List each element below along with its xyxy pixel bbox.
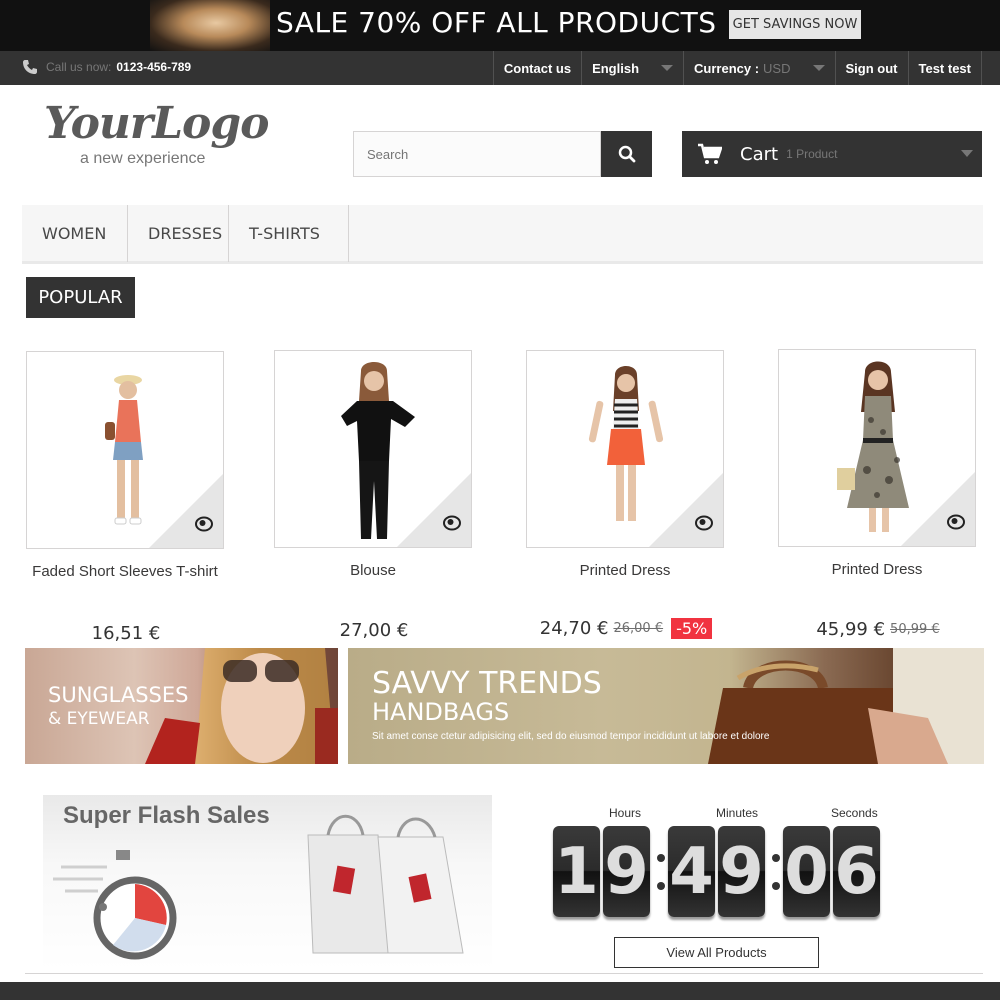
product-price: 45,99 € bbox=[816, 619, 886, 640]
product-image[interactable] bbox=[274, 350, 472, 548]
flash-sales-banner[interactable]: Super Flash Sales bbox=[43, 795, 492, 970]
search-button[interactable] bbox=[601, 131, 652, 177]
sign-out-label: Sign out bbox=[845, 60, 898, 76]
product-price-row: 16,51 € bbox=[0, 623, 256, 644]
currency-value: USD bbox=[763, 60, 791, 76]
product-name[interactable]: Printed Dress bbox=[774, 559, 980, 580]
top-nav: Call us now: 0123-456-789 Contact us Eng… bbox=[0, 51, 1000, 85]
account-link[interactable]: Test test bbox=[907, 51, 982, 85]
product-name[interactable]: Printed Dress bbox=[522, 560, 728, 581]
chevron-down-icon bbox=[812, 65, 825, 71]
phone-icon bbox=[23, 60, 37, 74]
product-image[interactable] bbox=[526, 350, 724, 548]
countdown-digit: 9 bbox=[718, 826, 765, 917]
product-price: 27,00 € bbox=[339, 620, 409, 641]
product-name[interactable]: Faded Short Sleeves T-shirt bbox=[22, 561, 228, 582]
product-price: 24,70 € bbox=[539, 618, 609, 639]
main-menu: WOMEN DRESSES T-SHIRTS bbox=[22, 205, 983, 264]
eye-icon[interactable] bbox=[443, 515, 461, 531]
section-title-popular[interactable]: POPULAR bbox=[26, 277, 135, 318]
chevron-down-icon bbox=[961, 150, 973, 157]
countdown-digit: 6 bbox=[833, 826, 880, 917]
logo-tagline: a new experience bbox=[80, 150, 206, 167]
sign-out-link[interactable]: Sign out bbox=[834, 51, 908, 85]
minutes-label: Minutes bbox=[716, 806, 759, 820]
eyewear-subtitle: & EYEWEAR bbox=[48, 709, 150, 729]
product-old-price: 50,99 € bbox=[890, 622, 940, 637]
savvy-trends-title: SAVVY TRENDS bbox=[372, 666, 602, 701]
hours-label: Hours bbox=[609, 806, 642, 820]
currency-label: Currency : bbox=[694, 60, 760, 76]
seconds-label: Seconds bbox=[831, 806, 878, 820]
phone-number: 0123-456-789 bbox=[116, 60, 192, 74]
menu-item-women[interactable]: WOMEN bbox=[22, 205, 128, 262]
handbags-banner[interactable]: SAVVY TRENDS HANDBAGS Sit amet conse cte… bbox=[348, 648, 984, 764]
discount-badge: -5% bbox=[671, 618, 713, 639]
product-price-row: 27,00 € bbox=[244, 620, 504, 641]
cart-button[interactable]: Cart 1 Product bbox=[682, 131, 982, 177]
menu-item-tshirts[interactable]: T-SHIRTS bbox=[229, 205, 349, 262]
cart-icon bbox=[698, 143, 722, 164]
eye-icon[interactable] bbox=[947, 514, 965, 530]
cart-count: 1 Product bbox=[786, 147, 838, 161]
product-price-row: 24,70 € 26,00 € -5% bbox=[496, 618, 756, 639]
contact-us-link[interactable]: Contact us bbox=[492, 51, 581, 85]
product-name[interactable]: Blouse bbox=[270, 560, 476, 581]
search-icon bbox=[618, 145, 635, 163]
eye-icon[interactable] bbox=[195, 516, 213, 532]
product-price: 16,51 € bbox=[91, 623, 161, 644]
stopwatch-bags-image bbox=[53, 814, 464, 960]
promo-text: SALE 70% OFF ALL PRODUCTS bbox=[276, 6, 717, 39]
countdown-digit: 9 bbox=[603, 826, 650, 917]
quick-view-corner bbox=[149, 474, 223, 548]
quick-view-corner bbox=[901, 472, 975, 546]
sunglasses-banner[interactable]: SUNGLASSES & EYEWEAR bbox=[25, 648, 338, 764]
menu-item-dresses[interactable]: DRESSES bbox=[128, 205, 229, 262]
product-image[interactable] bbox=[26, 351, 224, 549]
footer-bar bbox=[0, 982, 1000, 1000]
sunglasses-title: SUNGLASSES bbox=[48, 683, 189, 707]
banner-description: Sit amet conse ctetur adipisicing elit, … bbox=[372, 731, 770, 742]
language-value: English bbox=[592, 60, 640, 76]
get-savings-button[interactable]: GET SAVINGS NOW bbox=[729, 10, 861, 39]
search-input[interactable] bbox=[353, 131, 601, 177]
product-image[interactable] bbox=[778, 349, 976, 547]
view-all-products-button[interactable]: View All Products bbox=[614, 937, 819, 968]
quick-view-corner bbox=[397, 473, 471, 547]
call-label: Call us now: bbox=[46, 60, 112, 74]
contact-us-label: Contact us bbox=[503, 60, 572, 76]
divider bbox=[25, 973, 983, 974]
chevron-down-icon bbox=[661, 65, 674, 71]
account-name: Test test bbox=[918, 60, 972, 76]
countdown-digit: 0 bbox=[783, 826, 830, 917]
promo-banner[interactable]: SALE 70% OFF ALL PRODUCTS GET SAVINGS NO… bbox=[0, 0, 1000, 51]
eye-icon[interactable] bbox=[695, 515, 713, 531]
site-logo[interactable]: YourLogo a new experience bbox=[44, 98, 294, 173]
countdown-separator bbox=[772, 850, 780, 896]
cart-label: Cart bbox=[740, 143, 779, 165]
call-us: Call us now: 0123-456-789 bbox=[22, 59, 191, 75]
handbags-subtitle: HANDBAGS bbox=[372, 698, 510, 726]
countdown-separator bbox=[657, 850, 665, 896]
language-selector[interactable]: English bbox=[581, 51, 683, 85]
quick-view-corner bbox=[649, 473, 723, 547]
countdown-digit: 4 bbox=[668, 826, 715, 917]
countdown-digit: 1 bbox=[553, 826, 600, 917]
product-old-price: 26,00 € bbox=[613, 621, 664, 636]
currency-selector[interactable]: Currency : USD bbox=[683, 51, 834, 85]
logo-main-text: YourLogo bbox=[44, 98, 270, 149]
product-price-row: 45,99 € 50,99 € bbox=[748, 619, 1000, 640]
promo-model-image bbox=[150, 0, 270, 51]
